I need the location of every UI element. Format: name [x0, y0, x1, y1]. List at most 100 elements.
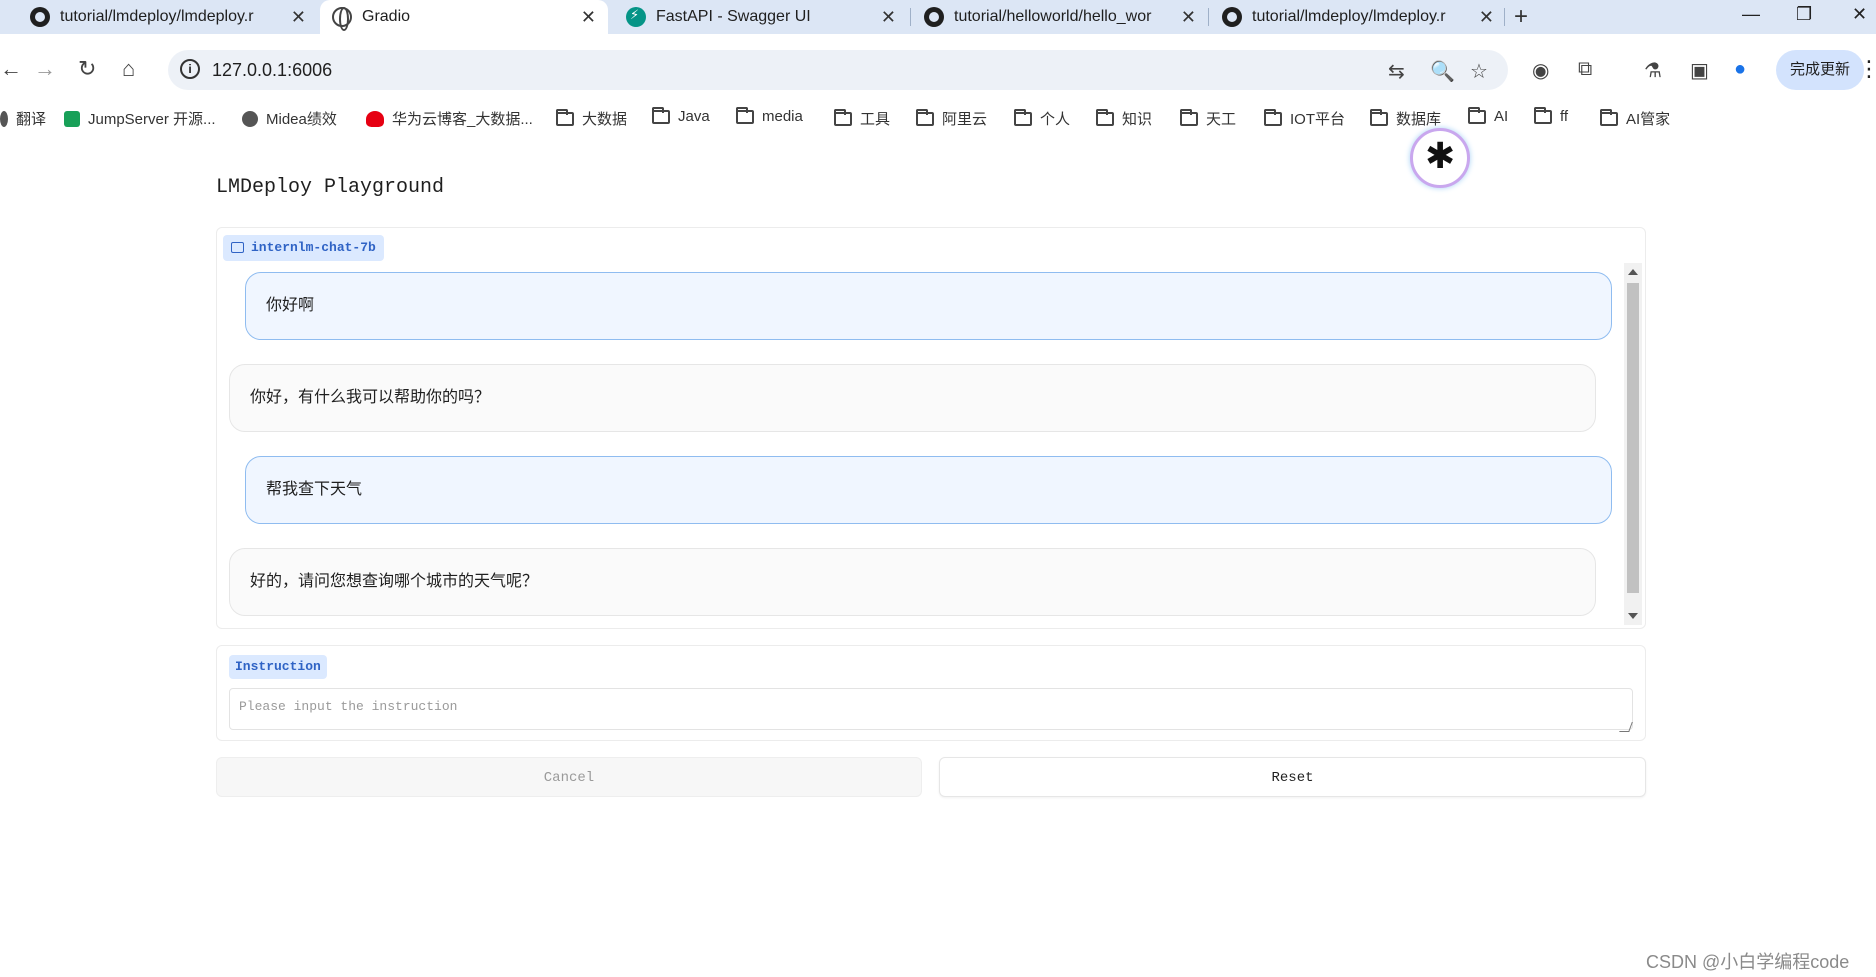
chat-message-bot: 好的，请问您想查询哪个城市的天气呢？: [229, 548, 1596, 616]
chat-message-bot: 你好，有什么我可以帮助你的吗？: [229, 364, 1596, 432]
bookmark-label: media: [762, 108, 803, 125]
tab-label: tutorial/lmdeploy/lmdeploy.r: [60, 8, 254, 25]
menu-icon[interactable]: ⋮: [1858, 56, 1876, 82]
bookmark-star-icon[interactable]: ☆: [1470, 59, 1488, 84]
folder-icon: [736, 106, 754, 124]
update-button[interactable]: 完成更新: [1776, 50, 1865, 90]
bookmark-folder[interactable]: AI: [1468, 106, 1509, 125]
bookmark-label: 个人: [1040, 111, 1071, 128]
bookmark-item[interactable]: JumpServer 开源...: [64, 108, 216, 129]
folder-icon: [652, 106, 670, 124]
tab-label: tutorial/helloworld/hello_wor: [954, 8, 1152, 25]
bookmark-item[interactable]: 翻译: [0, 108, 46, 129]
bookmark-label: AI: [1494, 108, 1509, 125]
bookmark-label: ff: [1560, 108, 1569, 125]
tab-label: tutorial/lmdeploy/lmdeploy.r: [1252, 8, 1446, 25]
minimize-icon[interactable]: —: [1742, 4, 1760, 25]
zoom-icon[interactable]: 🔍: [1430, 59, 1455, 84]
bookmark-folder[interactable]: Java: [652, 106, 710, 125]
restore-icon[interactable]: ❐: [1796, 4, 1812, 25]
bookmark-folder[interactable]: 数据库: [1370, 108, 1441, 129]
bookmark-folder[interactable]: 知识: [1096, 108, 1152, 129]
github-icon: [30, 7, 50, 27]
home-icon[interactable]: ⌂: [122, 56, 135, 82]
scroll-down-icon[interactable]: [1628, 613, 1638, 619]
cancel-button[interactable]: Cancel: [216, 757, 922, 797]
profile-icon[interactable]: ●: [1734, 58, 1746, 81]
address-bar[interactable]: i 127.0.0.1:6006 ⇆ 🔍 ☆: [168, 50, 1508, 90]
scroll-up-icon[interactable]: [1628, 269, 1638, 275]
tab-fastapi-swagger[interactable]: FastAPI - Swagger UI ✕: [612, 0, 908, 34]
reload-icon[interactable]: ↻: [78, 56, 96, 82]
scroll-thumb[interactable]: [1627, 283, 1639, 593]
translate-icon[interactable]: ⇆: [1388, 59, 1405, 84]
folder-icon: [834, 108, 852, 126]
tab-separator: [1208, 8, 1209, 26]
bookmarks-bar: 翻译 JumpServer 开源... Midea绩效 华为云博客_大数据...…: [0, 106, 1876, 130]
window-close-icon[interactable]: ✕: [1852, 4, 1867, 25]
folder-icon: [1096, 108, 1114, 126]
bookmark-label: 数据库: [1396, 111, 1442, 128]
back-icon[interactable]: ←: [0, 56, 22, 82]
new-tab-button[interactable]: +: [1514, 3, 1528, 31]
tab-lmdeploy-readme-1[interactable]: tutorial/lmdeploy/lmdeploy.r ✕: [0, 0, 318, 34]
watermark: CSDN @小白学编程code: [1646, 952, 1850, 972]
folder-icon: [1600, 108, 1618, 126]
bookmark-folder[interactable]: 大数据: [556, 108, 627, 129]
tab-label: FastAPI - Swagger UI: [656, 8, 811, 25]
midea-icon: [242, 110, 258, 127]
folder-icon: [1014, 108, 1032, 126]
bookmark-label: 华为云博客_大数据...: [392, 111, 533, 128]
bookmark-folder[interactable]: 个人: [1014, 108, 1070, 129]
instruction-block: Instruction: [216, 645, 1646, 741]
extension-icon[interactable]: ◉: [1532, 58, 1549, 83]
bookmark-label: AI管家: [1626, 111, 1671, 128]
tab-gradio[interactable]: Gradio ✕: [320, 0, 608, 34]
chat-scrollbar[interactable]: [1624, 263, 1642, 625]
browser-toolbar: ← → ↻ ⌂ i 127.0.0.1:6006 ⇆ 🔍 ☆ ◉ ⧉ ⚗ ▣ ●…: [0, 34, 1876, 106]
chat-message-user: 你好啊: [245, 272, 1612, 340]
folder-icon: [1468, 106, 1486, 124]
forward-icon[interactable]: →: [34, 56, 56, 82]
resize-handle-icon[interactable]: [1619, 722, 1633, 732]
close-icon[interactable]: ✕: [881, 7, 896, 28]
tab-separator: [910, 8, 911, 26]
tab-lmdeploy-readme-2[interactable]: tutorial/lmdeploy/lmdeploy.r ✕: [1210, 0, 1506, 34]
close-icon[interactable]: ✕: [1181, 7, 1196, 28]
bookmark-folder[interactable]: 阿里云: [916, 108, 987, 129]
globe-icon: [332, 7, 352, 31]
fastapi-icon: [626, 7, 646, 27]
bookmark-label: 工具: [860, 111, 891, 128]
bookmark-label: 翻译: [16, 111, 47, 128]
bookmark-folder[interactable]: ff: [1534, 106, 1569, 125]
tab-label: Gradio: [362, 8, 411, 25]
bookmark-label: Java: [678, 108, 710, 125]
reset-button[interactable]: Reset: [939, 757, 1646, 797]
bookmark-label: JumpServer 开源...: [88, 111, 216, 128]
close-icon[interactable]: ✕: [291, 7, 306, 28]
folder-icon: [916, 108, 934, 126]
bookmark-item[interactable]: Midea绩效: [242, 108, 337, 129]
github-icon: [1222, 7, 1242, 27]
tab-helloworld[interactable]: tutorial/helloworld/hello_wor ✕: [912, 0, 1208, 34]
site-info-icon[interactable]: i: [180, 59, 200, 79]
folder-icon: [1264, 108, 1282, 126]
labs-icon[interactable]: ⚗: [1644, 58, 1662, 83]
translate-bookmark-icon: [0, 110, 8, 127]
bookmark-folder[interactable]: 工具: [834, 108, 890, 129]
folder-icon: [556, 108, 574, 126]
close-icon[interactable]: ✕: [1479, 7, 1494, 28]
bookmark-folder[interactable]: IOT平台: [1264, 108, 1345, 129]
bookmark-folder[interactable]: AI管家: [1600, 108, 1670, 129]
bookmark-item[interactable]: 华为云博客_大数据...: [366, 108, 533, 129]
folder-icon: [1370, 108, 1388, 126]
bookmark-folder[interactable]: media: [736, 106, 803, 125]
instruction-input[interactable]: [229, 688, 1633, 730]
close-icon[interactable]: ✕: [581, 7, 596, 28]
bookmark-folder[interactable]: 天工: [1180, 108, 1236, 129]
puzzle-icon[interactable]: ⧉: [1578, 58, 1592, 81]
assistant-logo-icon[interactable]: [1410, 128, 1470, 188]
side-panel-icon[interactable]: ▣: [1690, 58, 1709, 83]
url-text: 127.0.0.1:6006: [212, 60, 333, 80]
bookmark-label: 阿里云: [942, 111, 988, 128]
